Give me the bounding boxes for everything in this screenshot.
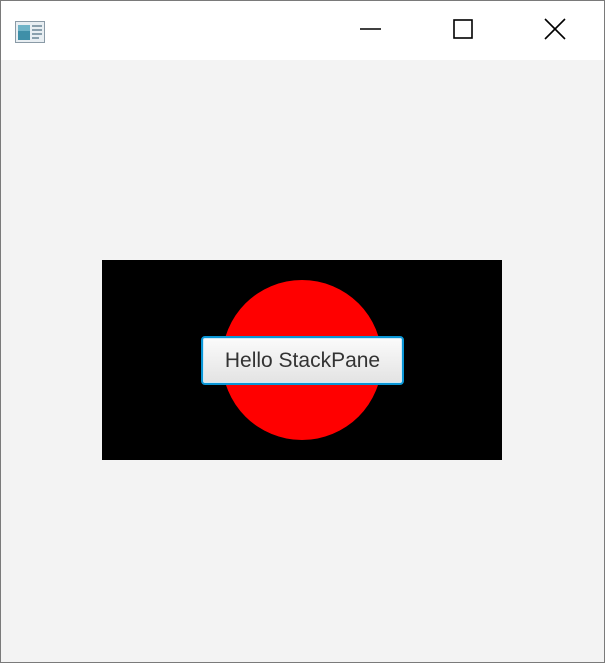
maximize-button[interactable] xyxy=(417,1,509,60)
close-button[interactable] xyxy=(509,1,601,60)
close-icon xyxy=(544,17,566,44)
minimize-icon xyxy=(360,18,382,44)
title-bar[interactable] xyxy=(1,1,604,60)
hello-stackpane-button[interactable]: Hello StackPane xyxy=(201,336,404,385)
java-app-icon xyxy=(15,21,45,43)
app-window: Hello StackPane xyxy=(0,0,605,663)
minimize-button[interactable] xyxy=(325,1,417,60)
maximize-icon xyxy=(452,18,474,44)
